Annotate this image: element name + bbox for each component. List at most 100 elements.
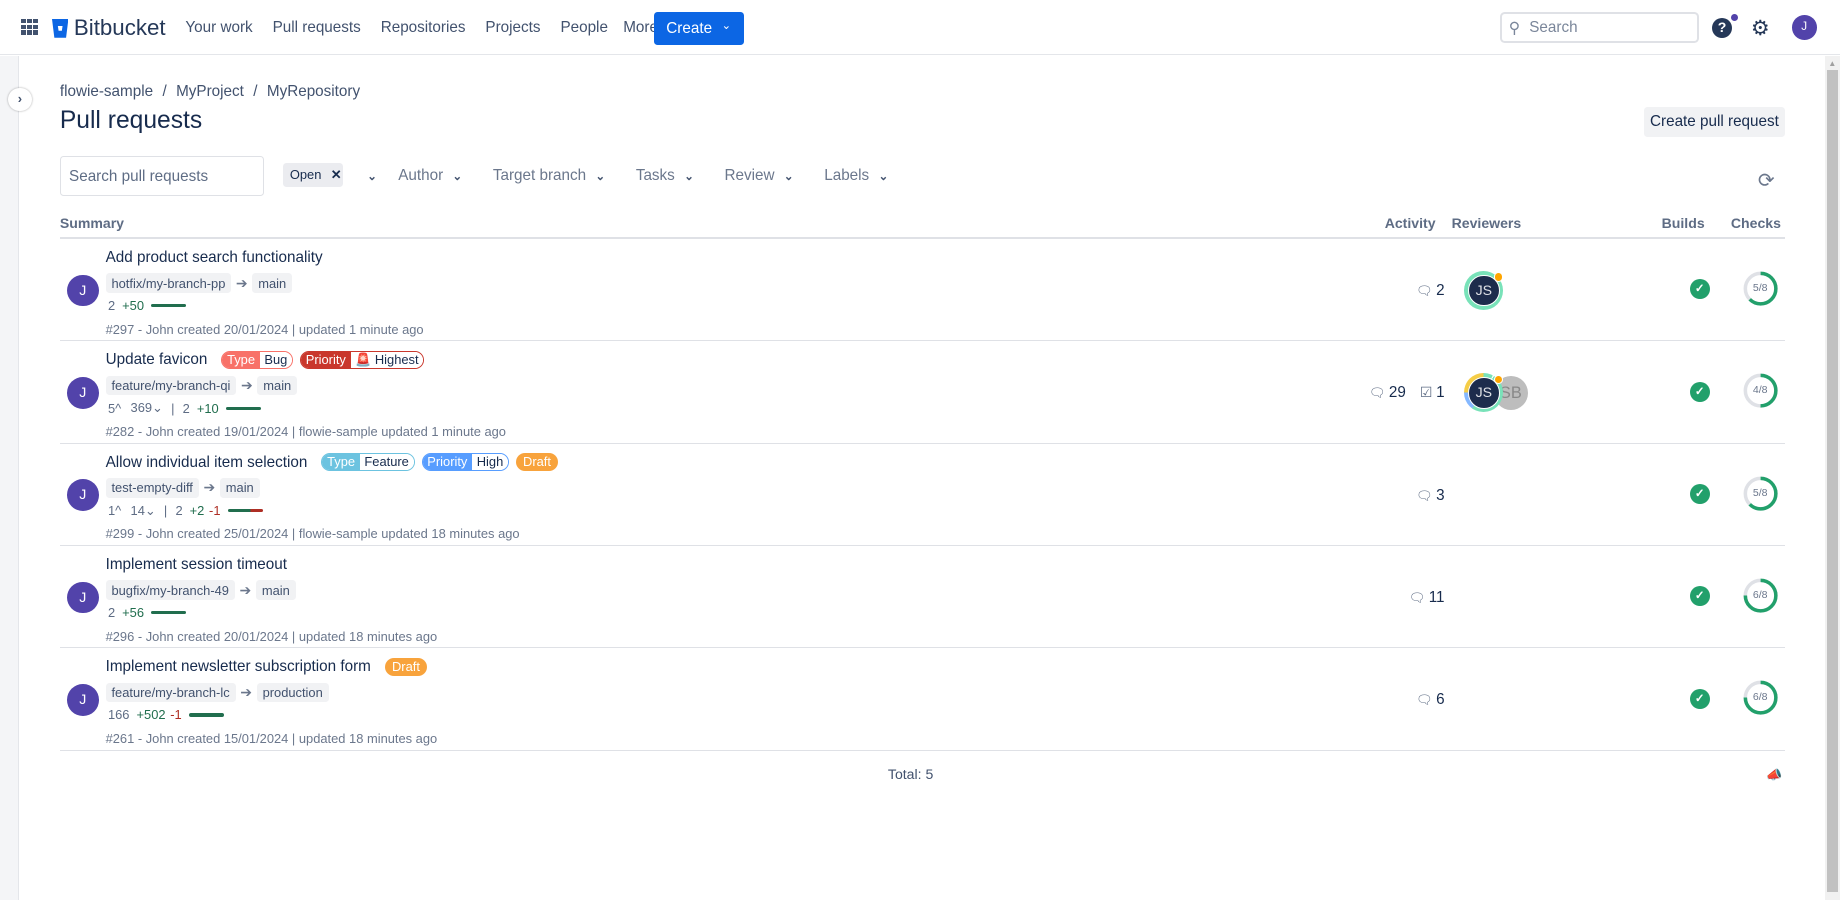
checks-progress[interactable]: 6/8 [1743,680,1778,715]
nav-repositories[interactable]: Repositories [381,19,466,36]
pr-title[interactable]: Implement newsletter subscription form [106,658,371,675]
expand-sidebar-button[interactable]: › [8,88,32,112]
build-success-icon[interactable]: ✓ [1689,279,1710,300]
diff-bar [225,406,261,411]
label-type[interactable]: Type Bug [221,351,294,369]
scrollbar[interactable]: ▲ [1824,56,1840,900]
state-dropdown[interactable]: ⌄ [367,167,377,184]
feedback-megaphone-icon[interactable]: 📣 [1766,767,1782,783]
pr-title[interactable]: Allow individual item selection [106,454,308,471]
filter-label: Target branch [492,166,587,184]
build-success-icon[interactable]: ✓ [1689,483,1710,504]
build-success-icon[interactable]: ✓ [1689,586,1710,607]
label-key: Type [222,352,260,368]
close-icon[interactable]: ✕ [331,167,342,182]
diff-stats: 166 +502 -1 [108,707,224,722]
pull-request-row[interactable]: J Update favicon Type Bug Priority 🚨 Highest… [59,342,1785,444]
state-filter-chip[interactable]: Open ✕ [282,163,343,187]
pull-request-row[interactable]: J Implement newsletter subscription form… [59,649,1785,751]
target-branch[interactable]: production [256,682,329,703]
nav-your-work[interactable]: Your work [185,19,252,36]
chevron-down-icon: ⌄ [684,169,695,183]
breadcrumb-repository[interactable]: MyRepository [267,83,360,100]
pull-request-row[interactable]: J Implement session timeout bugfix/my-br… [59,546,1785,649]
source-branch[interactable]: bugfix/my-branch-49 [105,580,235,601]
label-type[interactable]: Type Feature [321,453,415,471]
build-success-icon[interactable]: ✓ [1689,381,1710,402]
author-avatar[interactable]: J [66,376,99,409]
label-value: 🚨 Highest [350,352,424,368]
target-branch[interactable]: main [219,478,260,498]
activity: 🗨 29 ☑ 1 [1369,342,1445,444]
checks-label: 6/8 [1752,691,1768,704]
author-avatar[interactable]: J [66,581,99,614]
label-priority[interactable]: Priority High [421,453,509,471]
target-branch[interactable]: main [252,273,293,294]
label-key: Priority [301,352,351,368]
scroll-up-icon[interactable]: ▲ [1828,59,1836,68]
pull-request-row[interactable]: J Allow individual item selection Type Fea… [59,444,1785,547]
breadcrumb-workspace[interactable]: flowie-sample [60,83,153,100]
labels-filter[interactable]: Labels ⌄ [824,167,888,184]
pull-request-row[interactable]: J Add product search functionality hotfi… [59,239,1785,342]
commits-behind: 14⌄ [130,502,156,518]
comment-count-value: 29 [1388,384,1406,402]
nav-pull-requests[interactable]: Pull requests [273,19,361,36]
source-branch[interactable]: feature/my-branch-qi [105,375,237,396]
app-switcher-icon[interactable] [21,18,38,36]
pr-title[interactable]: Add product search functionality [106,249,323,266]
checks-progress[interactable]: 5/8 [1743,271,1778,306]
target-branch-filter[interactable]: Target branch ⌄ [493,167,605,184]
activity: 🗨 11 [1409,546,1445,648]
pr-meta: #296 - John created 20/01/2024 | updated… [105,628,438,644]
source-branch[interactable]: hotfix/my-branch-pp [105,273,232,294]
global-search-input[interactable]: ⚲ Search [1499,11,1700,44]
reviewer-avatar[interactable]: JS [1464,373,1504,413]
diff-bar [151,610,187,615]
source-branch[interactable]: test-empty-diff [105,478,199,498]
author-filter[interactable]: Author ⌄ [398,167,462,184]
chevron-down-icon: ⌄ [721,19,732,33]
checks-label: 5/8 [1752,486,1768,499]
activity: 🗨 6 [1416,649,1444,751]
label-value: Bug [259,352,293,368]
build-success-icon[interactable]: ✓ [1689,688,1710,709]
nav-projects[interactable]: Projects [485,19,540,36]
review-filter[interactable]: Review ⌄ [725,167,794,184]
commits-behind: 369⌄ [130,400,163,416]
nav-people[interactable]: People [560,19,608,36]
search-pull-requests-input[interactable] [59,156,265,196]
pr-title[interactable]: Update favicon [106,351,208,368]
bitbucket-logo[interactable]: Bitbucket [51,15,166,41]
author-avatar[interactable]: J [66,479,99,511]
checks-progress[interactable]: 4/8 [1743,373,1778,408]
notification-dot [1730,14,1738,22]
create-pull-request-button[interactable]: Create pull request [1644,106,1785,138]
source-branch[interactable]: feature/my-branch-lc [105,682,236,703]
checks-progress[interactable]: 6/8 [1743,578,1778,613]
comment-icon: 🗨 [1368,385,1386,401]
author-avatar[interactable]: J [66,683,99,716]
help-icon[interactable]: ? [1712,17,1733,38]
label-value: High [472,454,508,470]
divider: | [163,503,168,519]
target-branch[interactable]: main [257,375,298,396]
activity: 🗨 3 [1416,444,1444,546]
refresh-icon[interactable]: ⟳ [1758,168,1775,193]
scrollbar-thumb[interactable] [1827,70,1838,892]
author-avatar[interactable]: J [66,274,99,307]
checks-progress[interactable]: 5/8 [1743,476,1778,511]
comment-count-value: 2 [1436,281,1445,299]
reviewer-avatar[interactable]: JS [1464,271,1504,310]
label-priority[interactable]: Priority 🚨 Highest [300,351,425,369]
pr-title[interactable]: Implement session timeout [106,556,287,573]
user-avatar[interactable]: J [1791,15,1817,40]
tasks-filter[interactable]: Tasks ⌄ [636,167,694,184]
target-branch[interactable]: main [256,580,296,601]
settings-gear-icon[interactable]: ⚙ [1751,15,1770,41]
nav-more-label: More [623,18,658,36]
create-button[interactable]: Create ⌄ [653,11,744,45]
label-key: Type [322,454,360,470]
breadcrumb-project[interactable]: MyProject [176,83,244,100]
pr-meta: #299 - John created 25/01/2024 | flowie-… [105,526,520,542]
